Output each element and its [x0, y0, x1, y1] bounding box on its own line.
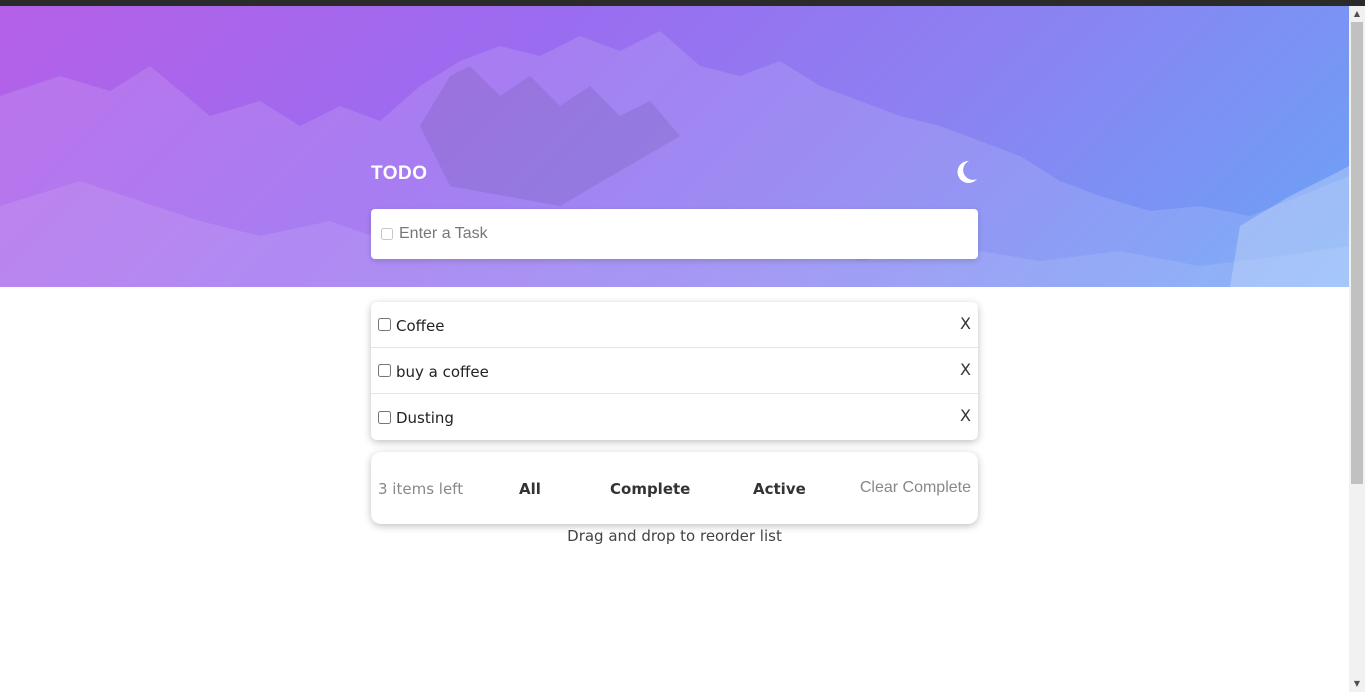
filter-all[interactable]: All	[519, 480, 541, 498]
theme-toggle-button[interactable]	[950, 157, 980, 187]
todo-text: Dusting	[396, 409, 454, 427]
scroll-down-arrow-icon[interactable]: ▼	[1349, 676, 1365, 692]
scroll-thumb[interactable]	[1351, 22, 1363, 484]
app-title: TODO	[371, 163, 428, 184]
todo-text: Coffee	[396, 316, 445, 335]
delete-todo-button[interactable]: X	[960, 406, 971, 425]
todo-item[interactable]: buy a coffee X	[371, 348, 978, 394]
delete-todo-button[interactable]: X	[960, 314, 971, 333]
todo-text: buy a coffee	[396, 362, 489, 381]
items-left-count: 3 items left	[378, 480, 464, 498]
todo-checkbox[interactable]	[378, 410, 391, 424]
page-scrollbar[interactable]: ▲ ▼	[1349, 6, 1365, 692]
todo-item[interactable]: Dusting X	[371, 394, 978, 440]
filter-bar: 3 items left All Complete Active Clear C…	[371, 452, 978, 524]
clear-complete-button[interactable]: Clear Complete	[860, 479, 971, 497]
reorder-hint: Drag and drop to reorder list	[567, 527, 782, 545]
delete-todo-button[interactable]: X	[960, 360, 971, 379]
new-task-card	[371, 209, 978, 259]
scroll-up-arrow-icon[interactable]: ▲	[1349, 6, 1365, 22]
moon-icon	[957, 160, 977, 183]
todo-checkbox[interactable]	[378, 318, 391, 331]
new-task-checkbox[interactable]	[381, 228, 393, 240]
filter-active[interactable]: Active	[753, 480, 806, 498]
todo-item[interactable]: Coffee X	[371, 302, 978, 348]
filter-complete[interactable]: Complete	[610, 480, 690, 498]
todo-checkbox[interactable]	[378, 364, 391, 377]
new-task-input[interactable]	[399, 225, 959, 243]
todo-list: Coffee X buy a coffee X Dusting X	[371, 302, 978, 440]
